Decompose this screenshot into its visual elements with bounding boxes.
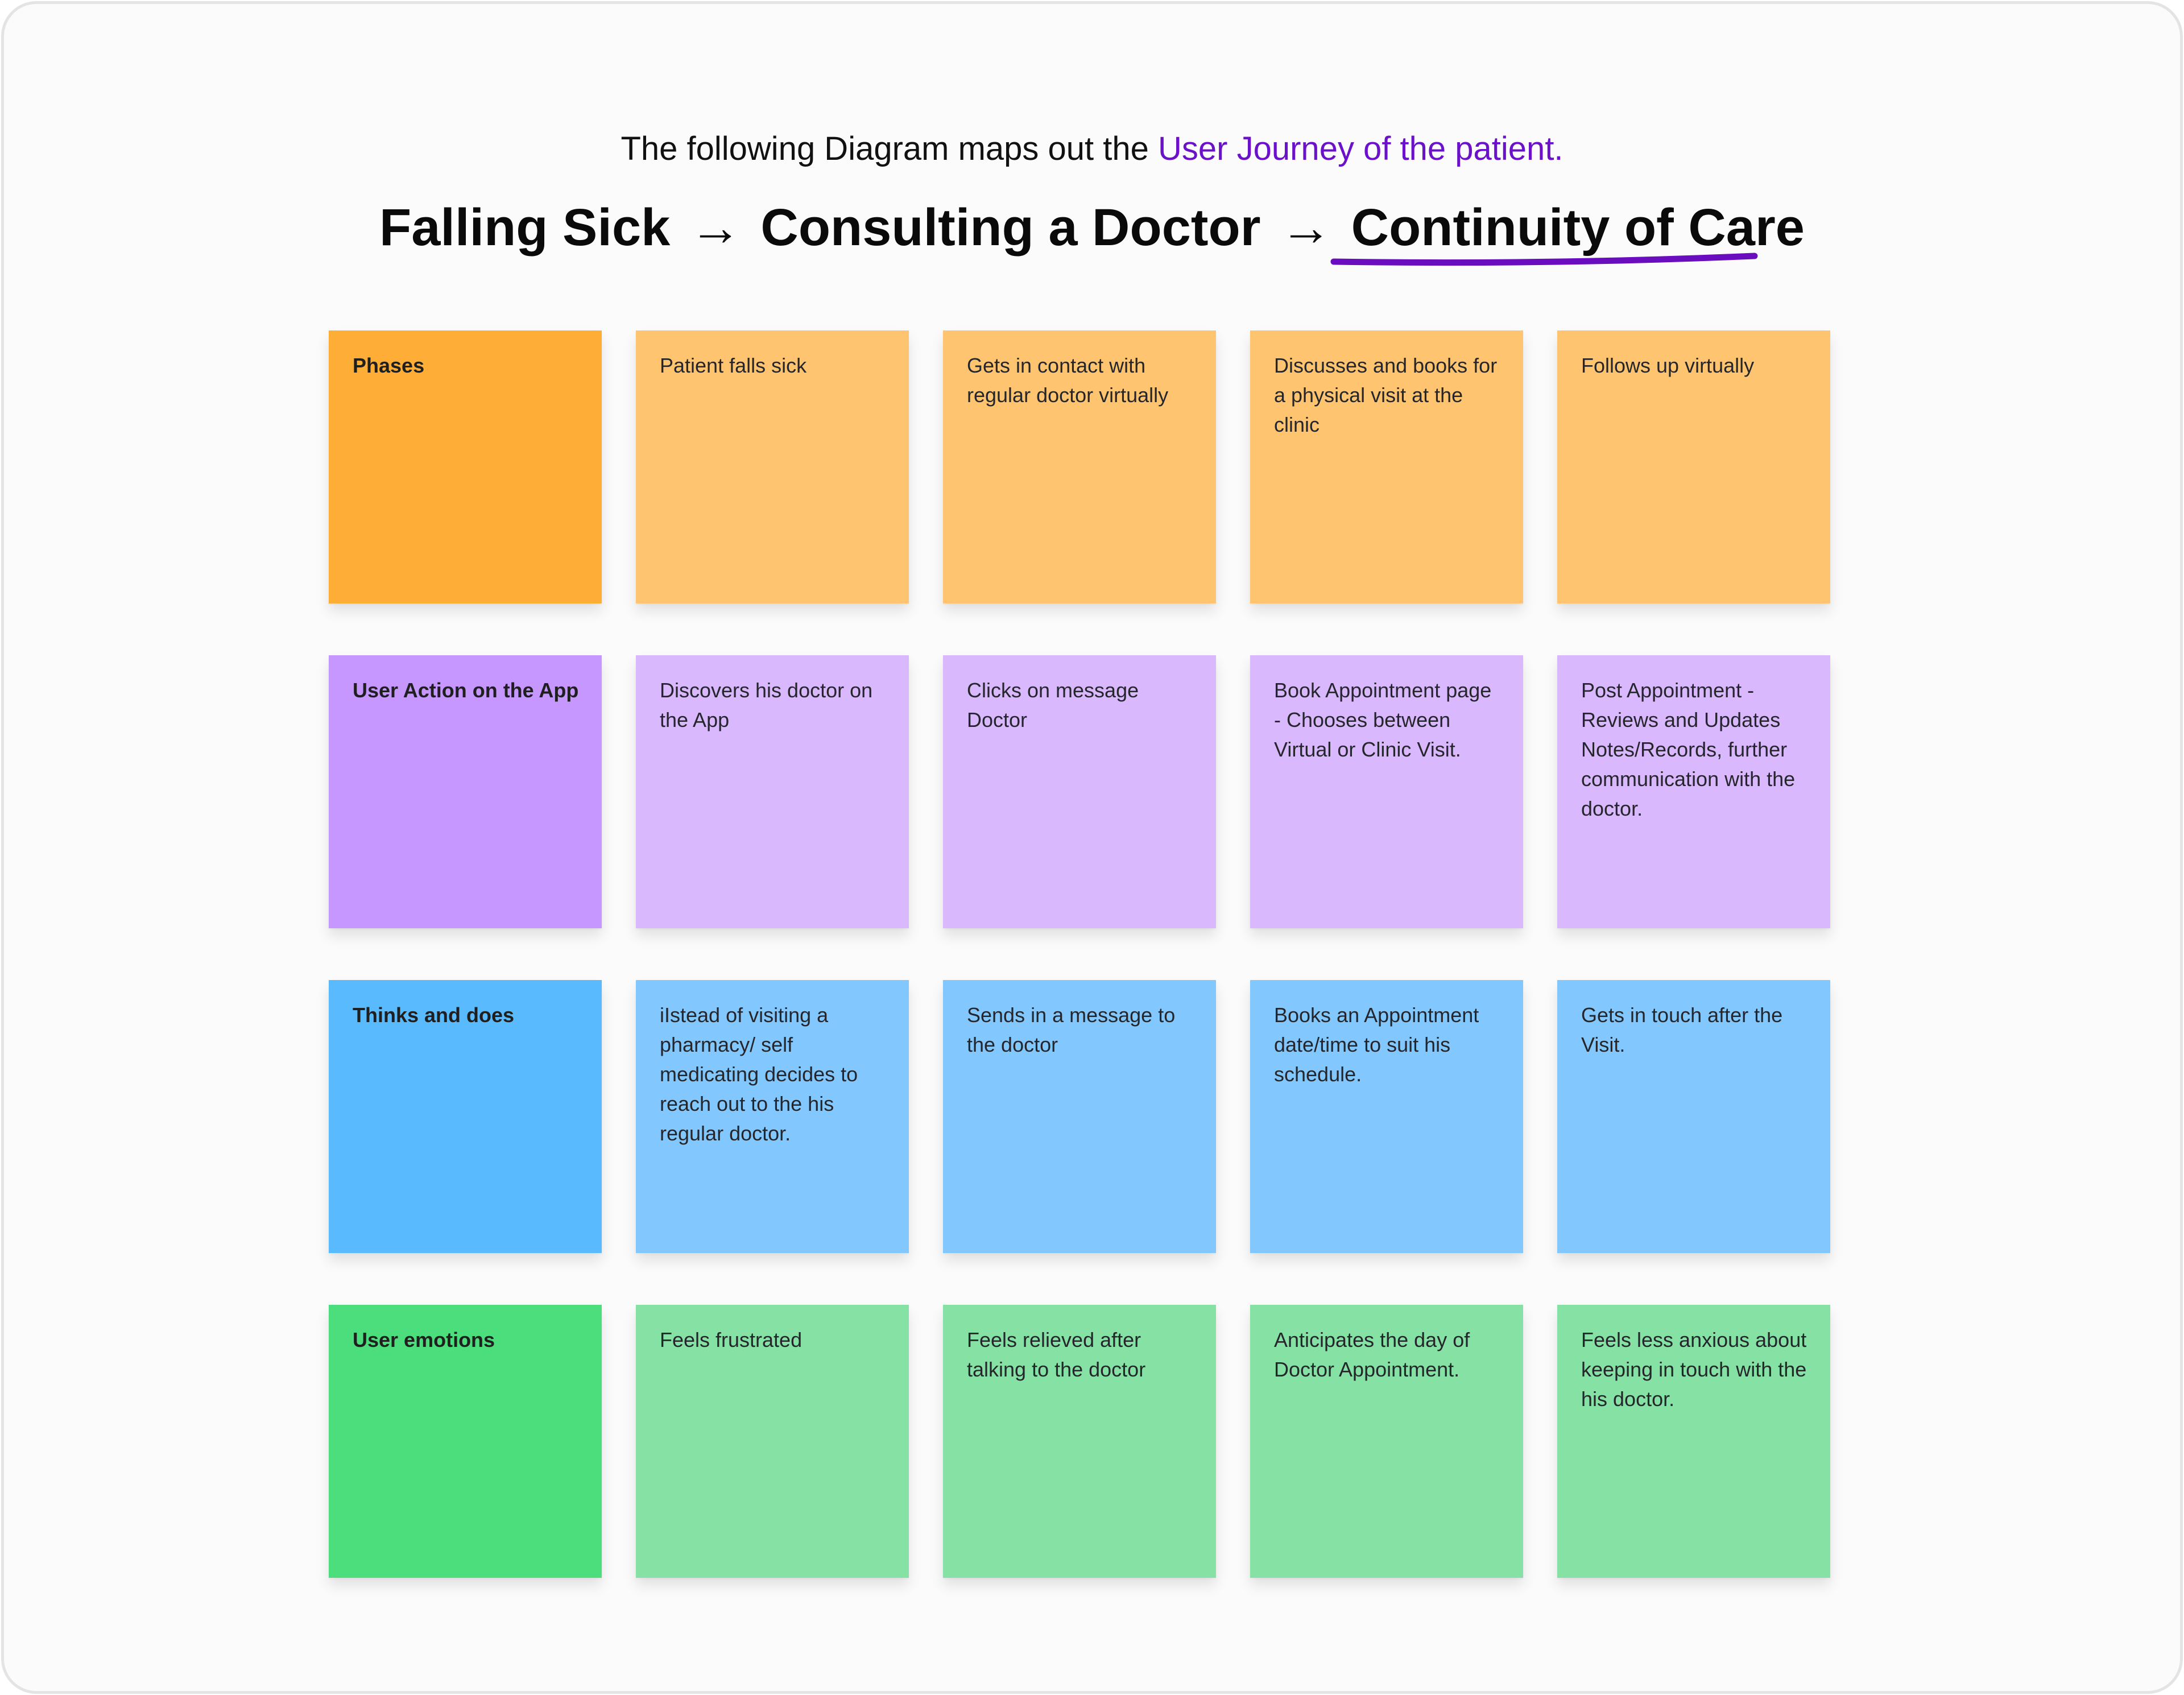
- journey-title: Falling Sick → Consulting a Doctor → Con…: [0, 198, 2184, 258]
- sticky-note: Gets in touch after the Visit.: [1557, 980, 1830, 1253]
- sticky-note: Book Appointment page - Chooses between …: [1250, 655, 1523, 928]
- sticky-note: Feels less anxious about keeping in touc…: [1557, 1305, 1830, 1578]
- sticky-note: Sends in a message to the doctor: [943, 980, 1216, 1253]
- sticky-note: Gets in contact with regular doctor virt…: [943, 330, 1216, 603]
- sticky-note: Discusses and books for a physical visit…: [1250, 330, 1523, 603]
- row-header-user-emotions: User emotions: [329, 1305, 602, 1578]
- sticky-note: Post Appointment - Reviews and Updates N…: [1557, 655, 1830, 928]
- sticky-note: Clicks on message Doctor: [943, 655, 1216, 928]
- diagram-intro: The following Diagram maps out the User …: [0, 130, 2184, 168]
- highlight-underline: [1330, 253, 1758, 266]
- sticky-note: Feels relieved after talking to the doct…: [943, 1305, 1216, 1578]
- journey-map-grid: Phases Patient falls sick Gets in contac…: [329, 330, 1830, 1578]
- title-step-falling-sick: Falling Sick: [379, 199, 671, 257]
- row-header-user-action: User Action on the App: [329, 655, 602, 928]
- title-step-consulting: Consulting a Doctor: [760, 199, 1261, 257]
- arrow-right-icon: →: [1280, 199, 1333, 257]
- sticky-note: Follows up virtually: [1557, 330, 1830, 603]
- sticky-note: Feels frustrated: [636, 1305, 909, 1578]
- row-header-thinks-and-does: Thinks and does: [329, 980, 602, 1253]
- arrow-right-icon: →: [689, 199, 742, 257]
- intro-accent-text: User Journey of the patient.: [1158, 130, 1563, 167]
- sticky-note: iIstead of visiting a pharmacy/ self med…: [636, 980, 909, 1253]
- sticky-note: Anticipates the day of Doctor Appointmen…: [1250, 1305, 1523, 1578]
- sticky-note: Patient falls sick: [636, 330, 909, 603]
- row-header-phases: Phases: [329, 330, 602, 603]
- sticky-note: Books an Appointment date/time to suit h…: [1250, 980, 1523, 1253]
- intro-text: The following Diagram maps out the: [621, 130, 1159, 167]
- sticky-note: Discovers his doctor on the App: [636, 655, 909, 928]
